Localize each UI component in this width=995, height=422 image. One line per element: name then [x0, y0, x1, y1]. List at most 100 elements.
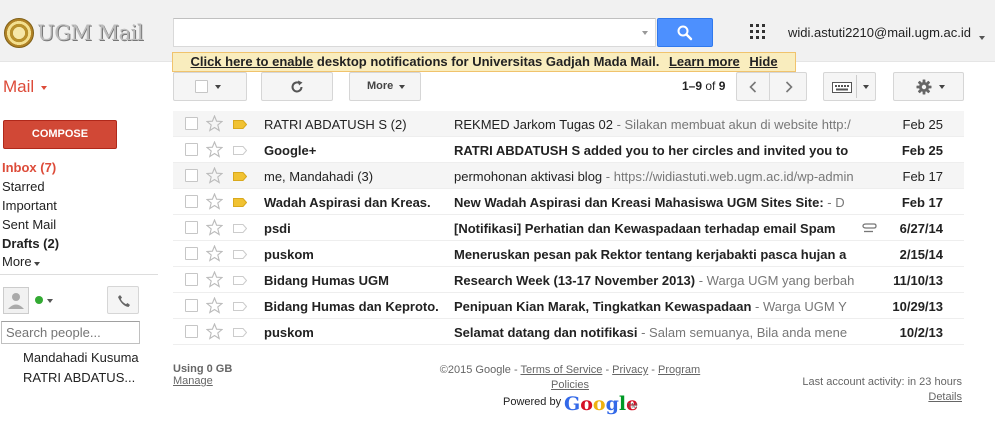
important-marker-icon[interactable] — [233, 302, 247, 311]
star-icon[interactable] — [206, 193, 223, 210]
chevron-right-icon — [785, 81, 793, 93]
star-icon[interactable] — [206, 297, 223, 314]
star-icon[interactable] — [206, 115, 223, 132]
important-marker-icon[interactable] — [233, 276, 247, 285]
email-sender: me, Mandahadi (3) — [264, 169, 374, 184]
email-row[interactable]: Bidang Humas dan Keproto. Penipuan Kian M… — [173, 293, 964, 319]
email-row[interactable]: RATRI ABDATUSH S (2) REKMED Jarkom Tugas … — [173, 111, 964, 137]
phone-icon — [118, 295, 130, 307]
email-checkbox[interactable] — [185, 299, 198, 312]
star-icon[interactable] — [206, 167, 223, 184]
notification-bar: Click here to enable desktop notificatio… — [172, 52, 796, 72]
hide-link[interactable]: Hide — [749, 54, 777, 69]
important-marker-icon[interactable] — [233, 328, 247, 337]
account-menu-arrow-icon[interactable] — [979, 36, 985, 40]
terms-link[interactable]: Terms of Service — [520, 364, 602, 376]
apps-grid-icon[interactable] — [750, 24, 765, 39]
email-checkbox[interactable] — [185, 221, 198, 234]
input-tools-button[interactable] — [823, 72, 876, 101]
email-checkbox[interactable] — [185, 247, 198, 260]
email-row[interactable]: psdi [Notifikasi] Perhatian dan Kewaspada… — [173, 215, 964, 241]
search-people-input[interactable] — [1, 321, 140, 344]
logo-text: UGM Mail — [37, 21, 144, 45]
important-marker-icon[interactable] — [233, 250, 247, 259]
logo[interactable]: UGM Mail — [4, 18, 144, 48]
sidebar-item-inbox[interactable]: Inbox (7) — [2, 160, 56, 175]
star-icon[interactable] — [206, 141, 223, 158]
contact-item[interactable]: Mandahadi Kusuma — [23, 350, 139, 365]
search-button[interactable] — [657, 18, 713, 47]
sidebar-item-sent-mail[interactable]: Sent Mail — [2, 217, 56, 232]
important-marker-icon[interactable] — [233, 146, 247, 155]
email-sender: Google+ — [264, 143, 317, 158]
important-marker-icon[interactable] — [233, 172, 247, 181]
details-link[interactable]: Details — [928, 391, 962, 403]
gear-icon — [916, 79, 932, 95]
manage-link[interactable]: Manage — [173, 375, 213, 387]
email-sender: Wadah Aspirasi dan Kreas. — [264, 195, 431, 210]
pager-count: 1–9 of 9 — [682, 79, 725, 93]
newer-button[interactable] — [736, 72, 770, 101]
privacy-link[interactable]: Privacy — [612, 364, 648, 376]
important-marker-icon[interactable] — [233, 120, 247, 129]
email-checkbox[interactable] — [185, 325, 198, 338]
email-checkbox[interactable] — [185, 117, 198, 130]
sidebar-item-important[interactable]: Important — [2, 198, 57, 213]
star-icon[interactable] — [206, 323, 223, 340]
chat-status-arrow-icon[interactable] — [47, 299, 53, 303]
more-button[interactable]: More — [349, 72, 421, 101]
email-checkbox[interactable] — [185, 169, 198, 182]
chat-status-icon[interactable] — [35, 296, 43, 304]
email-subject-line: New Wadah Aspirasi dan Kreasi Mahasiswa … — [454, 195, 855, 210]
email-subject: Meneruskan pesan pak Rektor tentang kerj… — [454, 247, 847, 262]
email-date: 11/10/13 — [893, 273, 943, 288]
mail-switcher[interactable]: Mail — [3, 77, 34, 97]
pager-range: 1–9 — [682, 79, 703, 93]
email-snippet: - Warga UGM Y — [751, 299, 847, 314]
email-row[interactable]: me, Mandahadi (3) permohonan aktivasi blo… — [173, 163, 964, 189]
select-all-checkbox[interactable] — [195, 80, 208, 93]
email-snippet: - Salam semuanya, Bila anda mene — [637, 325, 848, 340]
enable-notifications-link[interactable]: Click here to enable — [190, 54, 313, 69]
select-all-button[interactable] — [173, 72, 247, 101]
older-button[interactable] — [769, 72, 807, 101]
last-activity-text: Last account activity: in 23 hours — [802, 376, 962, 388]
more-label: More — [367, 80, 394, 92]
program-policies-link-2[interactable]: Policies — [551, 379, 589, 391]
avatar[interactable] — [3, 287, 29, 314]
compose-button[interactable]: COMPOSE — [3, 120, 117, 149]
important-marker-icon[interactable] — [233, 198, 247, 207]
search-input[interactable] — [173, 18, 656, 47]
refresh-button[interactable] — [261, 72, 333, 101]
star-icon[interactable] — [206, 219, 223, 236]
sidebar-item-starred[interactable]: Starred — [2, 179, 45, 194]
email-subject-line: Meneruskan pesan pak Rektor tentang kerj… — [454, 247, 855, 262]
mail-switcher-arrow-icon[interactable] — [41, 86, 47, 90]
email-row[interactable]: Bidang Humas UGM Research Week (13-17 Nov… — [173, 267, 964, 293]
email-row[interactable]: Wadah Aspirasi dan Kreas. New Wadah Aspir… — [173, 189, 964, 215]
email-row[interactable]: puskom Selamat datang dan notifikasi - Sa… — [173, 319, 964, 345]
star-icon[interactable] — [206, 271, 223, 288]
select-dropdown-arrow-icon — [215, 85, 221, 89]
email-row[interactable]: puskom Meneruskan pesan pak Rektor tentan… — [173, 241, 964, 267]
account-email[interactable]: widi.astuti2210@mail.ugm.ac.id — [788, 25, 971, 40]
copyright: ©2015 Google - — [439, 364, 521, 376]
program-policies-link[interactable]: Program — [658, 364, 700, 376]
star-icon[interactable] — [206, 245, 223, 262]
learn-more-link[interactable]: Learn more — [669, 54, 740, 69]
email-checkbox[interactable] — [185, 273, 198, 286]
important-marker-icon[interactable] — [233, 224, 247, 233]
sidebar-item-drafts[interactable]: Drafts (2) — [2, 236, 59, 251]
call-phone-button[interactable] — [107, 286, 139, 314]
sidebar-more-arrow-icon[interactable] — [34, 262, 40, 266]
contact-item[interactable]: RATRI ABDATUS... — [23, 370, 135, 385]
sidebar-item-more[interactable]: More — [2, 254, 32, 269]
email-checkbox[interactable] — [185, 195, 198, 208]
chevron-left-icon — [749, 81, 757, 93]
settings-button[interactable] — [893, 72, 964, 101]
email-subject: Research Week (13-17 November 2013) — [454, 273, 696, 288]
search-options-arrow-icon[interactable] — [642, 31, 648, 35]
email-row[interactable]: Google+ RATRI ABDATUSH S added you to her… — [173, 137, 964, 163]
email-checkbox[interactable] — [185, 143, 198, 156]
trademark: TM — [627, 403, 638, 410]
